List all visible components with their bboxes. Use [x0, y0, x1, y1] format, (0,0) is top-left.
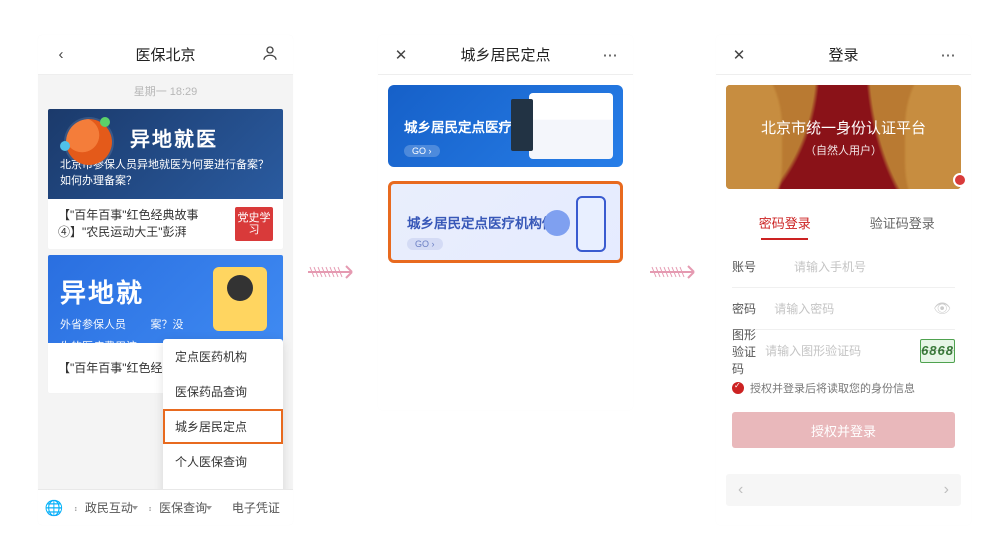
hero-banner-2: 异地就 外省参保人员 案？没 生的医疗费用该 [48, 255, 283, 343]
notification-dot-icon [953, 173, 967, 187]
captcha-input[interactable] [765, 344, 920, 358]
pager-next-icon[interactable]: › [944, 481, 949, 499]
back-icon[interactable]: ‹ [48, 46, 74, 63]
bottom-tab-3[interactable]: 电子凭证 [219, 499, 293, 516]
row-password: 密码 👁 [732, 288, 955, 330]
close-icon[interactable]: ✕ [726, 46, 752, 64]
consent-text: 授权并登录后将读取您的身份信息 [750, 380, 915, 396]
password-label: 密码 [732, 300, 774, 317]
hero-banner: 异地就医 北京市参保人员异地就医为何要进行备案？如何办理备案？ [48, 109, 283, 199]
phone-screen-3: ✕ 登录 ⋯ 北京市统一身份认证平台 （自然人用户） 密码登录 验证码登录 账号… [716, 35, 971, 525]
captcha-image[interactable]: 6868 [920, 339, 955, 363]
hero2-sub1: 外省参保人员 [60, 319, 126, 331]
tile-art-icon [526, 192, 610, 252]
tab-password[interactable]: 密码登录 [726, 205, 844, 240]
topbar: ✕ 城乡居民定点 ⋯ [378, 35, 633, 75]
flow-arrow-1 [306, 260, 364, 284]
hero-person-icon [213, 267, 267, 331]
page-title: 登录 [752, 44, 935, 65]
bottom-tab-1[interactable]: 政民互动 [70, 499, 144, 516]
topbar: ✕ 登录 ⋯ [716, 35, 971, 75]
banner-title: 北京市统一身份认证平台 [761, 117, 926, 138]
history-badge: 党史学习 [235, 207, 273, 241]
login-button[interactable]: 授权并登录 [732, 412, 955, 448]
captcha-label: 图形验证码 [732, 326, 765, 377]
login-form: 账号 密码 👁 图形验证码 6868 [716, 240, 971, 378]
login-banner: 北京市统一身份认证平台 （自然人用户） [726, 85, 961, 189]
page-title: 医保北京 [74, 44, 257, 65]
phone-screen-1: ‹ 医保北京 星期一 18:29 异地就医 北京市参保人员异地就医为何要进行备案… [38, 35, 293, 525]
go-pill: GO › [407, 238, 443, 250]
card-footer-row[interactable]: 【"百年百事"红色经典故事④】"农民运动大王"彭湃 党史学习 [48, 199, 283, 249]
auth-consent-row[interactable]: 授权并登录后将读取您的身份信息 [716, 378, 971, 408]
timestamp: 星期一 18:29 [38, 75, 293, 103]
more-icon[interactable]: ⋯ [597, 46, 623, 64]
eye-icon[interactable]: 👁 [929, 300, 955, 317]
article-card-1[interactable]: 异地就医 北京市参保人员异地就医为何要进行备案？如何办理备案？ 【"百年百事"红… [48, 109, 283, 249]
bottom-menu-bar: 🌐 政民互动 医保查询 电子凭证 [38, 489, 293, 525]
tile-modify-highlighted[interactable]: 城乡居民定点医疗机构修改 GO › [388, 181, 623, 263]
submenu-item-highlighted[interactable]: 城乡居民定点 [163, 409, 283, 444]
bottom-tab-2[interactable]: 医保查询 [144, 499, 218, 516]
hero-title: 异地就医 [130, 123, 271, 152]
tile-art-icon [529, 93, 613, 159]
pager-prev-icon[interactable]: ‹ [738, 481, 743, 499]
password-input[interactable] [774, 302, 929, 316]
keyboard-icon[interactable]: 🌐 [38, 499, 70, 517]
card-footer-text: 【"百年百事"红色经典故事④】"农民运动大王"彭湃 [58, 207, 235, 241]
row-captcha: 图形验证码 6868 [732, 330, 955, 372]
account-label: 账号 [732, 258, 794, 275]
row-account: 账号 [732, 246, 955, 288]
phone-screen-2: ✕ 城乡居民定点 ⋯ 城乡居民定点医疗机构查询 GO › 城乡居民定点医疗机构修… [378, 35, 633, 410]
page-title: 城乡居民定点 [414, 44, 597, 65]
consent-check-icon[interactable] [732, 382, 744, 394]
submenu-item[interactable]: 定点医药机构 [163, 339, 283, 374]
submenu-popup: 定点医药机构 医保药品查询 城乡居民定点 个人医保查询 医保问题汇编 [163, 339, 283, 514]
close-icon[interactable]: ✕ [388, 46, 414, 64]
submenu-item[interactable]: 医保药品查询 [163, 374, 283, 409]
topbar: ‹ 医保北京 [38, 35, 293, 75]
tab-sms[interactable]: 验证码登录 [844, 205, 962, 240]
more-icon[interactable]: ⋯ [935, 46, 961, 64]
banner-subtitle: （自然人用户） [805, 142, 882, 158]
account-input[interactable] [794, 260, 955, 274]
login-tabs: 密码登录 验证码登录 [726, 205, 961, 240]
go-pill: GO › [404, 145, 440, 157]
profile-icon[interactable] [257, 44, 283, 66]
hero-illustration-icon [66, 119, 112, 165]
hero2-sub3: 案？没 [150, 319, 183, 331]
tile-query[interactable]: 城乡居民定点医疗机构查询 GO › [388, 85, 623, 167]
pager-strip: ‹ › [726, 474, 961, 506]
flow-arrow-2 [648, 260, 706, 284]
submenu-item[interactable]: 个人医保查询 [163, 444, 283, 479]
